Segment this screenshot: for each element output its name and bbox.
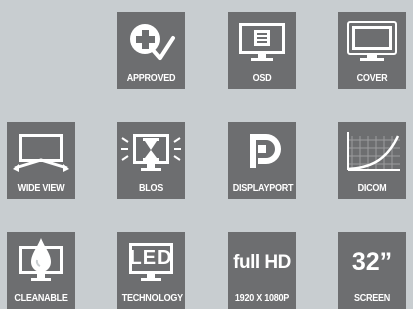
feature-tile-approved: APPROVED [117, 12, 185, 89]
full-hd-text: full HD [233, 252, 291, 273]
feature-tile-screen: 32” SCREEN [338, 232, 406, 309]
feature-label-blos: BLOS [138, 182, 164, 194]
feature-label-osd: OSD [252, 72, 272, 84]
feature-label-resolution: 1920 X 1080P [234, 292, 290, 304]
full-hd-badge: full HD [228, 232, 296, 290]
feature-tile-osd: OSD [228, 12, 296, 89]
hourglass-monitor-icon [117, 122, 185, 180]
dicom-curve-icon [338, 122, 406, 180]
feature-label-wide-view: WIDE VIEW [17, 182, 65, 194]
feature-tile-technology: LED TECHNOLOGY [117, 232, 185, 309]
feature-tile-displayport: DISPLAYPORT [228, 122, 296, 199]
osd-monitor-icon [228, 12, 296, 70]
water-drop-monitor-icon [7, 232, 75, 290]
feature-tile-full-hd: full HD 1920 X 1080P [228, 232, 296, 309]
displayport-logo-icon [228, 122, 296, 180]
feature-tile-cleanable: CLEANABLE [7, 232, 75, 309]
screen-size-badge: 32” [338, 232, 406, 290]
feature-label-dicom: DICOM [357, 182, 387, 194]
led-text: LED [129, 247, 173, 269]
feature-tile-dicom: DICOM [338, 122, 406, 199]
wide-view-monitor-icon [7, 122, 75, 180]
feature-icon-grid: APPROVED OSD COVER WIDE VIEW BLOS DISPLA… [0, 0, 413, 309]
feature-tile-blos: BLOS [117, 122, 185, 199]
screen-size-text: 32” [351, 248, 393, 276]
cover-monitor-icon [338, 12, 406, 70]
feature-tile-cover: COVER [338, 12, 406, 89]
feature-tile-wide-view: WIDE VIEW [7, 122, 75, 199]
feature-label-approved: APPROVED [126, 72, 176, 84]
feature-label-cleanable: CLEANABLE [14, 292, 68, 304]
feature-label-displayport: DISPLAYPORT [232, 182, 294, 194]
feature-label-screen: SCREEN [353, 292, 391, 304]
feature-label-cover: COVER [356, 72, 388, 84]
led-monitor-icon: LED [117, 232, 185, 290]
feature-label-technology: TECHNOLOGY [121, 292, 183, 304]
approved-cross-check-icon [117, 12, 185, 70]
